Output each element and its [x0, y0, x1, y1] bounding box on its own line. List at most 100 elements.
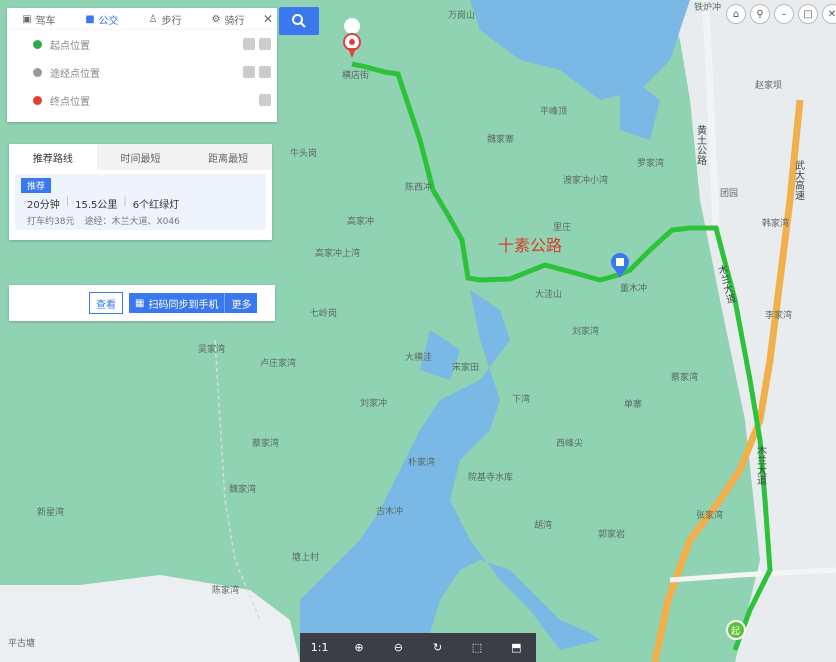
place-label: 陈家湾: [212, 584, 239, 596]
svg-text:起: 起: [731, 626, 740, 637]
place-label: 塘上村: [292, 551, 319, 563]
place-label: 蔡家湾: [252, 437, 279, 449]
place-label: 刘家冲: [360, 397, 387, 409]
place-label: 高家冲上湾: [315, 247, 360, 259]
place-label: 陈西冲: [405, 181, 432, 193]
place-label: 下湾: [512, 393, 530, 405]
recommended-badge: 推荐: [21, 178, 52, 193]
bike-icon: ⚙: [211, 13, 221, 25]
place-label: 万岗山: [448, 10, 475, 21]
remove-icon[interactable]: [259, 38, 271, 50]
mode-bus[interactable]: ■ 公交: [70, 8, 133, 30]
route-tabs: 推荐路线 时间最短 距离最短: [9, 144, 272, 170]
waypoints-panel: 起点位置 途经点位置 终点位置: [7, 30, 277, 122]
shirt-icon[interactable]: ⌂: [726, 4, 746, 24]
place-label: 卢庄家湾: [260, 357, 296, 369]
refresh-icon[interactable]: ↻: [425, 637, 451, 659]
window-controls: ⌂ ⚲ – □ ✕: [726, 4, 836, 24]
place-label: 魏家寨: [487, 133, 514, 145]
waypoint-start[interactable]: 起点位置: [7, 30, 277, 58]
map-toolbar: 1:1 ⊕ ⊖ ↻ ⬚ ⬒: [300, 633, 536, 662]
place-label: 魏家湾: [229, 483, 256, 495]
place-label: 宋家田: [452, 361, 479, 373]
qr-sync-button[interactable]: ▦ 扫码同步到手机: [129, 293, 225, 313]
select-icon[interactable]: ⬚: [464, 637, 490, 659]
start-dot-icon: [33, 39, 42, 49]
route-via: 途经：木兰大道、X046: [84, 217, 180, 227]
remove-icon[interactable]: [259, 66, 271, 78]
place-label: 郭家岩: [598, 528, 625, 540]
swap-icon[interactable]: [243, 38, 255, 50]
waypoint-via[interactable]: 途经点位置: [7, 58, 277, 86]
search-icon: [292, 14, 306, 28]
place-label: 吴家湾: [198, 343, 225, 355]
car-icon: ▣: [22, 13, 32, 25]
end-dot-icon: [33, 95, 42, 105]
actual-size-button[interactable]: 1:1: [307, 637, 333, 659]
place-label: 平古塘: [8, 637, 35, 649]
place-label: 张家湾: [696, 509, 723, 521]
route-panel: 推荐路线 时间最短 距离最短 推荐 20分钟 | 15.5公里 | 6个红绿灯 …: [9, 144, 272, 240]
road-label-mulan2: 木兰大道: [755, 445, 767, 485]
route-lights: 6个红绿灯: [132, 200, 180, 211]
route-time: 20分钟: [27, 200, 60, 211]
tab-fastest[interactable]: 时间最短: [97, 144, 185, 170]
place-label: 刘家湾: [572, 325, 599, 337]
place-label: 高家冲: [347, 215, 374, 227]
close-icon[interactable]: ✕: [259, 12, 277, 26]
route-extra: 打车约38元 途经：木兰大道、X046: [27, 214, 180, 227]
mode-car[interactable]: ▣ 驾车: [7, 8, 70, 30]
tab-recommended[interactable]: 推荐路线: [9, 144, 97, 170]
place-label: 牛头岗: [290, 147, 317, 159]
place-label: 团园: [720, 188, 738, 199]
highlight-road-label: 十素公路: [498, 236, 562, 255]
close-window-icon[interactable]: ✕: [822, 4, 836, 24]
mode-bike[interactable]: ⚙ 骑行: [196, 8, 259, 30]
place-label: 罗家湾: [637, 157, 664, 169]
walk-icon: ♙: [148, 13, 158, 25]
bus-icon: ■: [85, 13, 95, 25]
place-label: 古木冲: [376, 505, 403, 517]
maximize-icon[interactable]: □: [798, 4, 818, 24]
place-label: 韩家湾: [762, 217, 789, 229]
place-label: 单寨: [624, 398, 642, 410]
more-button[interactable]: 更多: [224, 293, 258, 313]
place-label: 院基寺水库: [468, 471, 513, 483]
route-distance: 15.5公里: [75, 200, 118, 211]
zoom-out-icon[interactable]: ⊖: [385, 637, 411, 659]
route-taxi: 打车约38元: [27, 217, 75, 227]
save-icon[interactable]: ⬒: [503, 637, 529, 659]
minimize-icon[interactable]: –: [774, 4, 794, 24]
place-label: 董木冲: [620, 282, 647, 294]
pin-icon[interactable]: ⚲: [750, 4, 770, 24]
zoom-in-icon[interactable]: ⊕: [346, 637, 372, 659]
place-label: 里庄: [553, 221, 571, 233]
tab-shortest[interactable]: 距离最短: [184, 144, 272, 170]
waypoint-end[interactable]: 终点位置: [7, 86, 277, 114]
place-label: 平峰顶: [540, 106, 567, 117]
via-dot-icon: [33, 67, 42, 77]
start-marker: 起: [726, 620, 746, 640]
mode-walk[interactable]: ♙ 步行: [133, 8, 196, 30]
place-label: 西峰尖: [556, 437, 583, 449]
place-label: 新星湾: [37, 506, 64, 518]
place-label: 七岭岗: [310, 307, 337, 319]
swap-icon[interactable]: [243, 66, 255, 78]
view-button[interactable]: 查看: [89, 292, 123, 314]
svg-text:横店街: 横店街: [342, 69, 369, 81]
road-label-huangtu: 黄土公路: [695, 124, 707, 166]
place-label: 朴家湾: [408, 456, 435, 468]
route-card[interactable]: 推荐 20分钟 | 15.5公里 | 6个红绿灯 打车约38元 途经：木兰大道、…: [15, 174, 266, 230]
place-label: 渡家冲小湾: [563, 174, 608, 186]
place-label: 大横洼: [405, 351, 432, 363]
place-label: 蔡家湾: [671, 371, 698, 383]
search-button[interactable]: [279, 7, 319, 35]
place-label: 大洼山: [535, 288, 562, 300]
route-action-bar: 查看 ▦ 扫码同步到手机 更多: [9, 285, 275, 321]
route-stats: 20分钟 | 15.5公里 | 6个红绿灯: [27, 196, 180, 211]
place-label: 铁炉冲: [694, 1, 721, 13]
travel-mode-bar: ▣ 驾车 ■ 公交 ♙ 步行 ⚙ 骑行 ✕: [7, 8, 277, 30]
add-icon[interactable]: [259, 94, 271, 106]
place-label: 胡湾: [534, 519, 552, 531]
place-label: 赵家坝: [755, 79, 782, 91]
